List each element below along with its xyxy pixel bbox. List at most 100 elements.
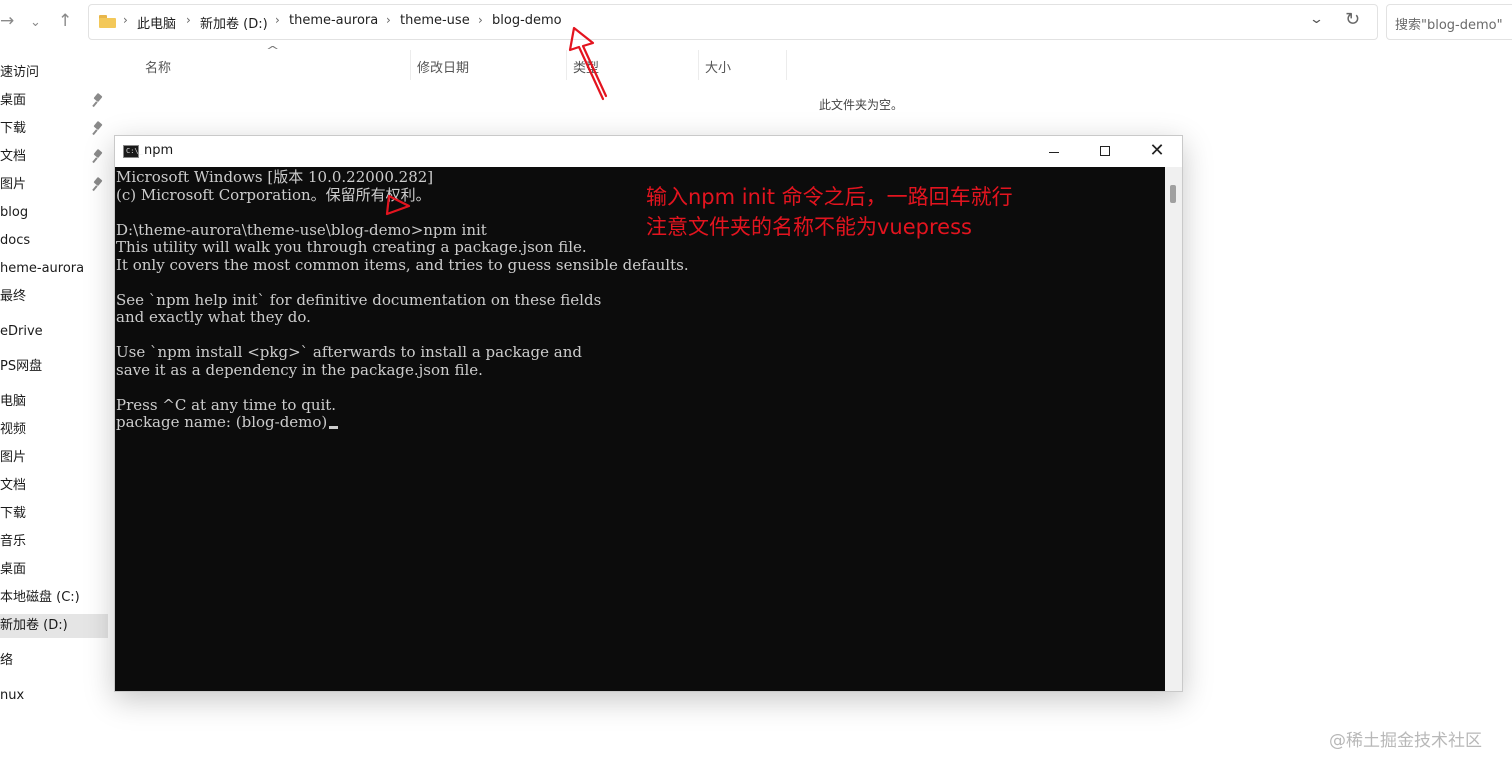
console-line: Use `npm install <pkg>` afterwards to in…: [116, 343, 582, 361]
sidebar-item[interactable]: 最终: [0, 285, 108, 309]
sidebar-item-label: 最终: [0, 289, 27, 304]
sidebar-item-label: 文档: [0, 149, 27, 164]
sidebar-item-label: 视频: [0, 422, 27, 437]
sidebar-item[interactable]: 下载: [0, 502, 108, 526]
console-line-text: and exactly what they do.: [116, 308, 311, 326]
breadcrumb-drive-d[interactable]: 新加卷 (D:): [200, 13, 268, 32]
sidebar-item-label: 络: [0, 653, 14, 668]
sidebar-item-label: eDrive: [0, 324, 43, 339]
minimize-button[interactable]: [1029, 136, 1079, 167]
column-header-name[interactable]: 名称: [145, 57, 171, 76]
console-line: This utility will walk you through creat…: [116, 238, 587, 256]
recent-locations-chevron-icon[interactable]: ⌄: [30, 11, 41, 35]
breadcrumb-blog-demo[interactable]: blog-demo: [492, 13, 562, 28]
breadcrumb-separator: ›: [478, 13, 483, 27]
column-divider[interactable]: [698, 50, 699, 80]
sidebar-item-label: 下载: [0, 121, 27, 136]
close-icon: ✕: [1149, 140, 1165, 161]
sidebar-item[interactable]: PS网盘: [0, 355, 108, 379]
console-app-icon: C:\_: [123, 145, 143, 158]
folder-icon: [99, 15, 116, 28]
sidebar-item-label: heme-aurora: [0, 261, 85, 276]
console-line-text: Microsoft Windows [版本 10.0.22000.282]: [116, 168, 434, 186]
column-divider[interactable]: [786, 50, 787, 80]
pin-icon: [92, 176, 103, 192]
console-line: (c) Microsoft Corporation。保留所有权利。: [116, 186, 431, 204]
maximize-icon: [1100, 146, 1110, 156]
console-line-text: (c) Microsoft Corporation。保留所有权利。: [116, 185, 431, 204]
breadcrumb-separator: ›: [275, 13, 280, 27]
address-bar[interactable]: › 此电脑 › 新加卷 (D:) › theme-aurora › theme-…: [88, 4, 1378, 40]
pin-icon: [92, 148, 103, 164]
console-line-text: Use `npm install <pkg>` afterwards to in…: [116, 343, 582, 361]
console-line-text: See `npm help init` for definitive docum…: [116, 290, 602, 309]
breadcrumb-separator: ›: [186, 13, 191, 27]
scrollbar-thumb[interactable]: [1170, 185, 1176, 203]
sidebar-item[interactable]: 桌面: [0, 89, 108, 113]
annotation-line-1: 输入npm init 命令之后，一路回车就行: [646, 185, 1013, 209]
close-button[interactable]: ✕: [1132, 136, 1182, 167]
search-placeholder: 搜索"blog-demo": [1395, 18, 1503, 33]
sidebar-item[interactable]: 下载: [0, 117, 108, 141]
column-divider[interactable]: [410, 50, 411, 80]
annotation-line-2: 注意文件夹的名称不能为vuepress: [646, 215, 972, 239]
column-header-date-modified[interactable]: 修改日期: [417, 57, 469, 76]
refresh-icon[interactable]: ↻: [1345, 9, 1360, 30]
column-header-type[interactable]: 类型: [573, 57, 599, 76]
console-line-text: package name: (blog-demo): [116, 413, 328, 431]
sidebar-item[interactable]: 络: [0, 649, 108, 673]
sidebar-item-label: 桌面: [0, 562, 27, 577]
breadcrumb-theme-use[interactable]: theme-use: [400, 13, 470, 28]
sidebar-item-label: 下载: [0, 506, 27, 521]
minimize-icon: [1049, 152, 1059, 153]
sidebar-item[interactable]: 新加卷 (D:): [0, 614, 108, 638]
console-line-text: save it as a dependency in the package.j…: [116, 360, 483, 379]
sidebar-item[interactable]: blog: [0, 201, 108, 225]
sidebar-item-label: 文档: [0, 478, 27, 493]
up-arrow-icon[interactable]: ↑: [58, 9, 72, 33]
sidebar-item[interactable]: eDrive: [0, 320, 108, 344]
address-dropdown-chevron-icon[interactable]: ⌄: [1309, 12, 1324, 27]
sidebar-item[interactable]: 文档: [0, 474, 108, 498]
console-output[interactable]: package name: (blog-demo) Press ^C at any…: [115, 167, 1165, 691]
console-line: It only covers the most common items, an…: [116, 256, 689, 274]
sidebar-item[interactable]: 图片: [0, 173, 108, 197]
sidebar-item[interactable]: 电脑: [0, 390, 108, 414]
sidebar-item[interactable]: 音乐: [0, 530, 108, 554]
search-input[interactable]: 搜索"blog-demo": [1386, 4, 1512, 40]
sidebar-item-label: docs: [0, 233, 31, 248]
sidebar-item[interactable]: 视频: [0, 418, 108, 442]
console-line-text: D:\theme-aurora\theme-use\blog-demo>npm …: [116, 220, 487, 239]
console-line: save it as a dependency in the package.j…: [116, 361, 483, 379]
sort-ascending-icon: ^: [265, 44, 280, 57]
sidebar-item-label: 图片: [0, 450, 27, 465]
console-line: Press ^C at any time to quit.: [116, 396, 336, 414]
console-line: D:\theme-aurora\theme-use\blog-demo>npm …: [116, 221, 487, 239]
console-line: Microsoft Windows [版本 10.0.22000.282]: [116, 168, 433, 186]
breadcrumb-theme-aurora[interactable]: theme-aurora: [289, 13, 378, 28]
console-scrollbar[interactable]: [1165, 167, 1182, 691]
sidebar-item[interactable]: 文档: [0, 145, 108, 169]
sidebar-item-label: nux: [0, 688, 25, 703]
maximize-button[interactable]: [1080, 136, 1130, 167]
sidebar-item-label: 电脑: [0, 394, 27, 409]
console-title-bar[interactable]: C:\_ npm ✕: [115, 136, 1182, 167]
sidebar-item-label: 新加卷 (D:): [0, 618, 68, 633]
pin-icon: [92, 92, 103, 108]
console-window[interactable]: C:\_ npm ✕ package name: (blog-demo) Pres…: [114, 135, 1183, 692]
sidebar-item[interactable]: 桌面: [0, 558, 108, 582]
breadcrumb-separator: ›: [123, 13, 128, 27]
sidebar-item[interactable]: heme-aurora: [0, 257, 108, 281]
column-header-size[interactable]: 大小: [705, 57, 731, 76]
empty-folder-message: 此文件夹为空。: [819, 98, 904, 112]
sidebar-item[interactable]: 本地磁盘 (C:): [0, 586, 108, 610]
sidebar-item[interactable]: 速访问: [0, 61, 108, 85]
breadcrumb-this-pc[interactable]: 此电脑: [137, 13, 176, 32]
column-divider[interactable]: [566, 50, 567, 80]
sidebar-item-label: PS网盘: [0, 359, 43, 374]
sidebar-item-label: 音乐: [0, 534, 27, 549]
sidebar-item[interactable]: docs: [0, 229, 108, 253]
sidebar-item[interactable]: nux: [0, 684, 108, 708]
forward-arrow-icon[interactable]: →: [0, 9, 14, 33]
sidebar-item[interactable]: 图片: [0, 446, 108, 470]
